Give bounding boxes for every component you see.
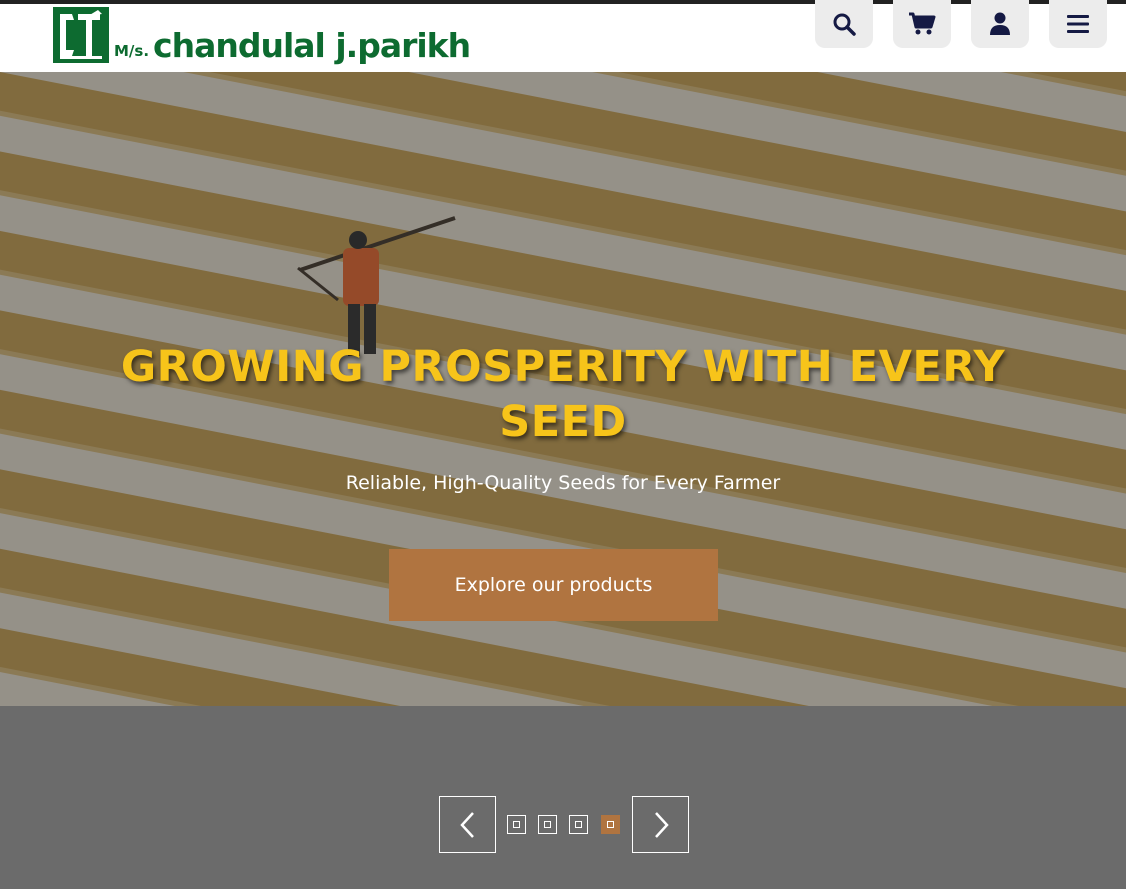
hero-title: GROWING PROSPERITY WITH EVERY SEED <box>120 342 1006 447</box>
slider-dot[interactable] <box>507 815 526 834</box>
explore-products-button[interactable]: Explore our products <box>389 549 718 621</box>
chevron-right-icon <box>654 811 669 838</box>
brand-logo[interactable]: M/s. chandulal j.parikh <box>52 4 471 65</box>
slider-dot-active[interactable] <box>601 815 620 834</box>
search-icon <box>833 13 856 36</box>
slider-next-button[interactable] <box>632 796 689 853</box>
slider-dot[interactable] <box>569 815 588 834</box>
account-button[interactable] <box>971 0 1029 48</box>
slider-dot[interactable] <box>538 815 557 834</box>
hero-subtitle: Reliable, High-Quality Seeds for Every F… <box>345 472 781 494</box>
logo-name: chandulal j.parikh <box>153 26 471 65</box>
menu-icon <box>1067 15 1089 33</box>
hero-banner: GROWING PROSPERITY WITH EVERY SEED Relia… <box>0 72 1126 706</box>
cart-button[interactable] <box>893 0 951 48</box>
site-header: M/s. chandulal j.parikh <box>0 0 1126 72</box>
logo-prefix: M/s. <box>114 42 150 60</box>
slider-prev-button[interactable] <box>439 796 496 853</box>
user-icon <box>990 12 1010 35</box>
cart-icon <box>909 12 936 35</box>
chevron-left-icon <box>459 811 474 838</box>
logo-mark-icon <box>53 7 109 63</box>
search-button[interactable] <box>815 0 873 48</box>
menu-button[interactable] <box>1049 0 1107 48</box>
